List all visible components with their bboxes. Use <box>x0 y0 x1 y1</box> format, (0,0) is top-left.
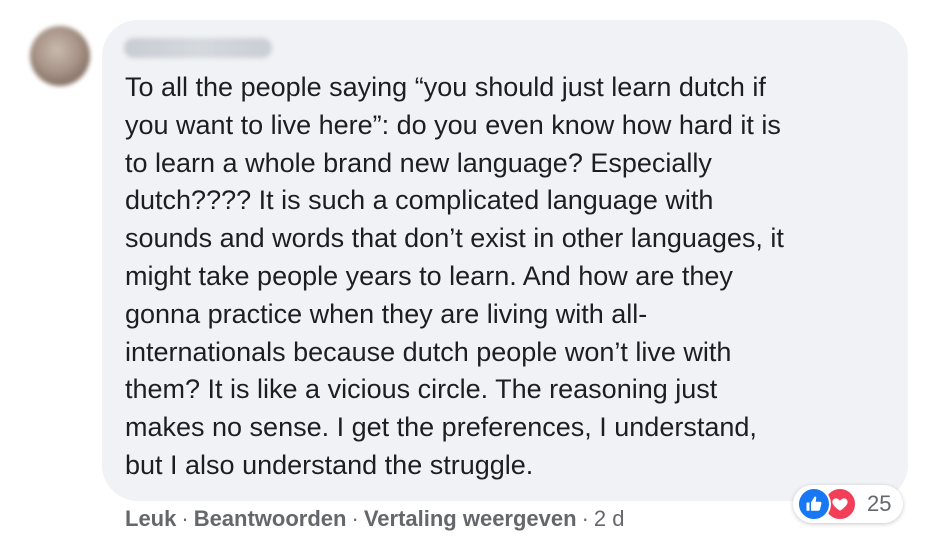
comment-text: To all the people saying “you should jus… <box>125 69 895 485</box>
comment-line: might take people years to learn. And ho… <box>125 260 733 291</box>
author-name-blurred[interactable] <box>124 38 272 58</box>
comment-line: gonna practice when they are living with… <box>125 298 648 329</box>
separator: · <box>351 506 359 531</box>
thumbs-up-icon <box>797 487 831 521</box>
separator: · <box>181 506 189 531</box>
comment-line: makes no sense. I get the preferences, I… <box>125 412 757 443</box>
reply-link[interactable]: Beantwoorden <box>194 506 347 531</box>
timestamp[interactable]: 2 d <box>594 506 625 531</box>
avatar[interactable] <box>30 26 90 86</box>
like-link[interactable]: Leuk <box>125 506 176 531</box>
comment-line: but I also understand the struggle. <box>125 449 534 480</box>
comment-line: To all the people saying “you should jus… <box>125 72 766 102</box>
comment-line: you want to live here”: do you even know… <box>125 109 781 140</box>
comment-line: to learn a whole brand new language? Esp… <box>125 147 712 178</box>
see-translation-link[interactable]: Vertaling weergeven <box>364 506 577 531</box>
comment-actions: Leuk · Beantwoorden · Vertaling weergeven · 2 … <box>125 506 625 532</box>
comment-line: them? It is like a vicious circle. The r… <box>125 374 718 405</box>
comment-line: dutch???? It is such a complicated langu… <box>125 185 714 216</box>
reactions-summary[interactable]: 25 <box>793 485 904 523</box>
separator: · <box>581 506 589 531</box>
comment-line: internationals because dutch people won’… <box>125 336 732 367</box>
comment-line: sounds and words that don’t exist in oth… <box>125 223 784 254</box>
reaction-count: 25 <box>867 491 892 516</box>
